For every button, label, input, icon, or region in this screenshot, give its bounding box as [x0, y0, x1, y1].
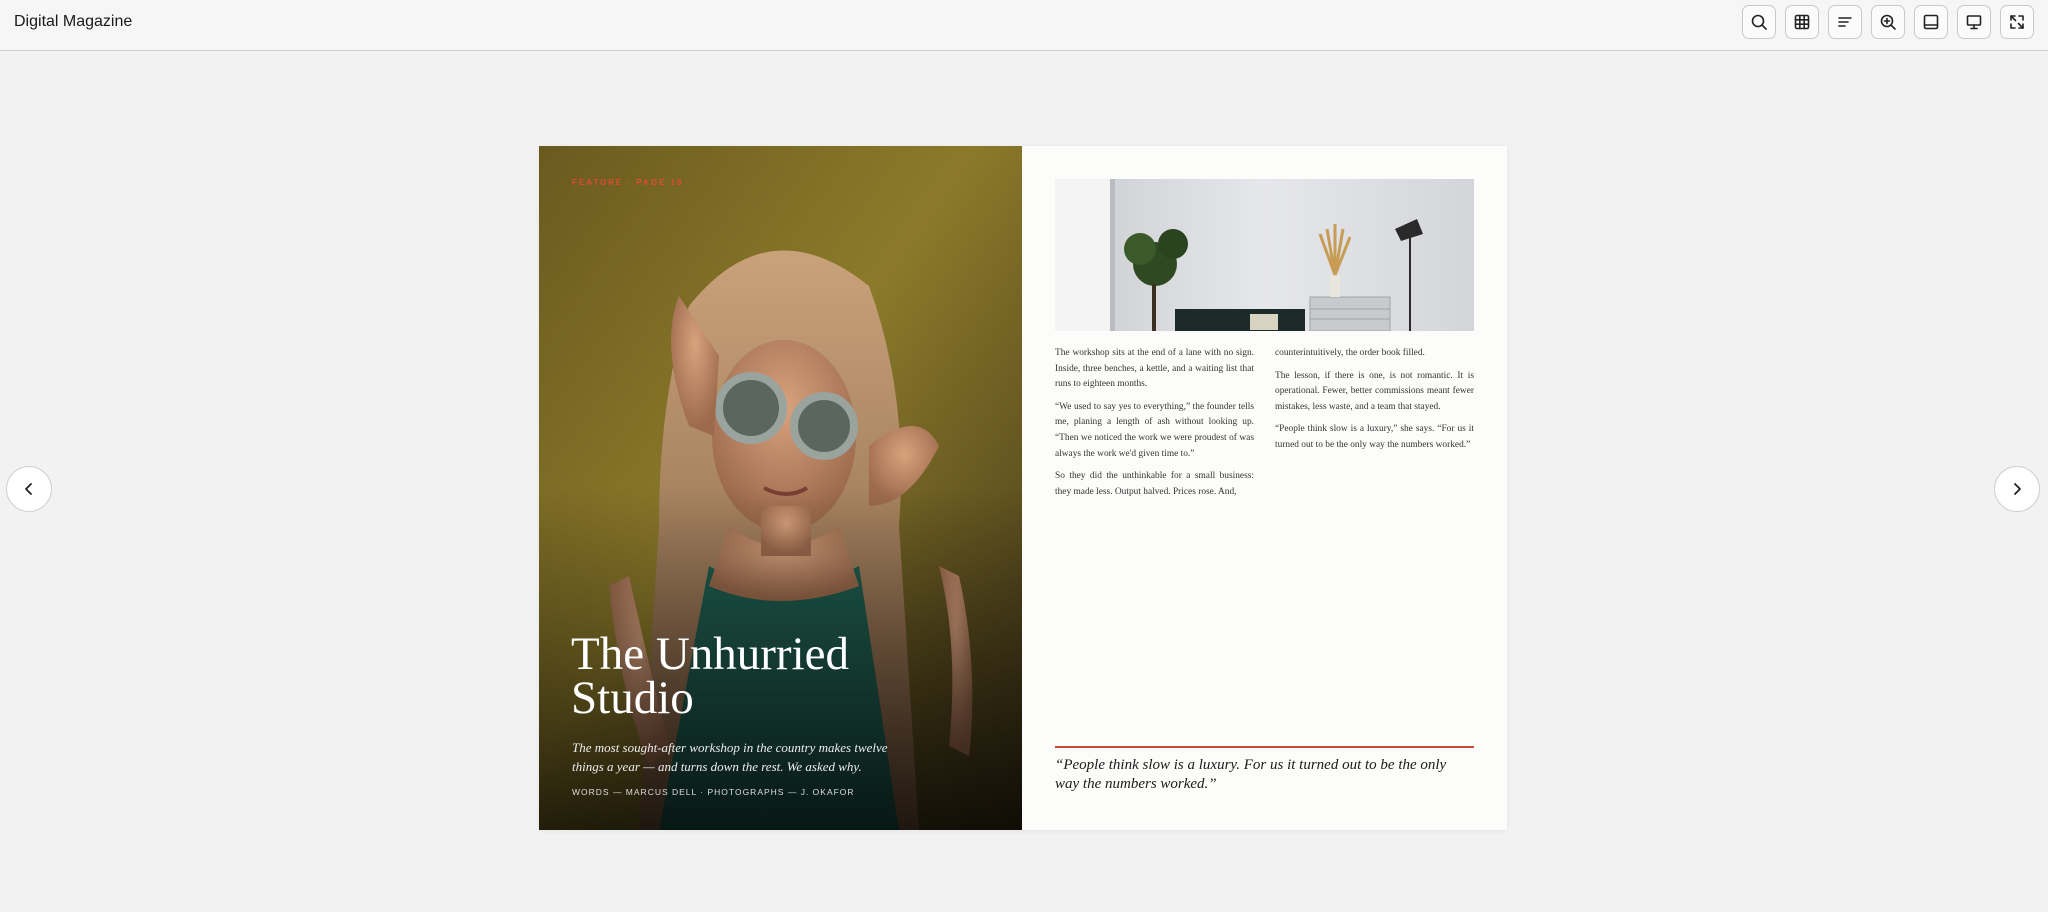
- toolbar: [1742, 5, 2034, 39]
- list-icon: [1838, 17, 1852, 27]
- article-column-1: The workshop sits at the end of a lane w…: [1055, 346, 1254, 507]
- search-button[interactable]: [1742, 5, 1776, 39]
- left-page: FEATURE · PAGE 18 The Unhurried Studio T…: [539, 146, 1022, 830]
- article-paragraph: counterintuitively, the order book fille…: [1275, 348, 1425, 358]
- headline-line-2: Studio: [571, 672, 694, 724]
- feature-credits: WORDS — MARCUS DELL · PHOTOGRAPHS — J. O…: [572, 787, 855, 797]
- article-column-2: counterintuitively, the order book fille…: [1275, 346, 1474, 461]
- right-page: The workshop sits at the end of a lane w…: [1022, 146, 1507, 830]
- magazine-spread: FEATURE · PAGE 18 The Unhurried Studio T…: [539, 146, 1507, 830]
- grid-icon: [1794, 14, 1810, 30]
- next-page-button[interactable]: [1994, 466, 2040, 512]
- portrait-photo: [539, 146, 1022, 830]
- headline-line-1: The Unhurried: [571, 628, 849, 680]
- chevron-right-icon: [2014, 483, 2021, 495]
- app-title: Digital Magazine: [14, 13, 133, 30]
- feature-headline: The Unhurried Studio: [571, 628, 991, 724]
- fullscreen-button[interactable]: [2000, 5, 2034, 39]
- pullquote-rule: [1055, 746, 1474, 748]
- feature-eyebrow: FEATURE · PAGE 18: [572, 178, 684, 187]
- search-icon: [1751, 14, 1767, 30]
- contents-button[interactable]: [1828, 5, 1862, 39]
- pullquote: “People think slow is a luxury. For us i…: [1055, 757, 1447, 792]
- feature-dek: The most sought-after workshop in the co…: [572, 740, 888, 774]
- article-paragraph: “We used to say yes to everything,” the …: [1055, 401, 1254, 459]
- chevron-left-icon: [25, 483, 32, 495]
- zoom-in-icon: [1880, 14, 1896, 30]
- article-paragraph: So they did the unthinkable for a small …: [1055, 471, 1254, 497]
- article-paragraph: The lesson, if there is one, is not roma…: [1275, 370, 1474, 412]
- interior-photo: [1055, 179, 1474, 331]
- top-bar: Digital Magazine: [0, 0, 2048, 51]
- grid-view-button[interactable]: [1785, 5, 1819, 39]
- article-paragraph: “People think slow is a luxury,” she say…: [1275, 424, 1474, 450]
- page-layout-icon: [1923, 14, 1939, 30]
- presentation-button[interactable]: [1957, 5, 1991, 39]
- fullscreen-icon: [2010, 15, 2024, 29]
- article-paragraph: The workshop sits at the end of a lane w…: [1055, 348, 1254, 390]
- zoom-button[interactable]: [1871, 5, 1905, 39]
- previous-page-button[interactable]: [6, 466, 52, 512]
- single-page-button[interactable]: [1914, 5, 1948, 39]
- presentation-icon: [1966, 15, 1982, 30]
